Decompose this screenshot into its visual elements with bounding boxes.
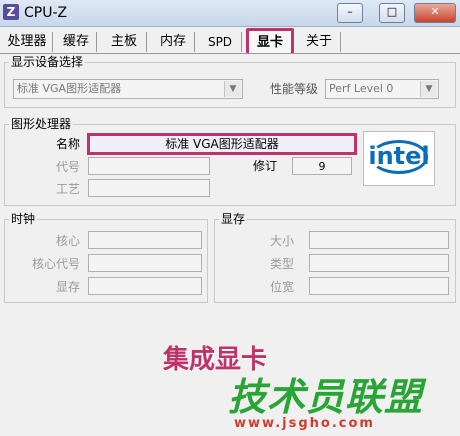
tab-divider xyxy=(0,53,460,54)
watermark-text: 技术员联盟 xyxy=(228,375,424,419)
core-clock-label: 核心 xyxy=(55,234,80,248)
revision-field: 9 xyxy=(292,157,352,175)
perf-level-select[interactable]: Perf Level 0 ▼ xyxy=(325,79,439,99)
perf-level-label: 性能等级 xyxy=(269,82,318,96)
display-device-select[interactable]: 标准 VGA图形适配器 ▼ xyxy=(13,79,243,99)
process-label: 工艺 xyxy=(55,182,80,196)
tab-cache[interactable]: 缓存 xyxy=(56,32,97,52)
memory-group-title: 显存 xyxy=(219,212,248,226)
memory-width-field xyxy=(309,277,449,295)
memory-clock-label: 显存 xyxy=(55,280,80,294)
memory-width-label: 位宽 xyxy=(269,280,294,294)
intel-logo: intel xyxy=(363,131,435,186)
perf-level-value: Perf Level 0 xyxy=(329,82,394,95)
tab-about[interactable]: 关于 xyxy=(298,32,341,52)
minimize-button[interactable]: – xyxy=(337,3,363,23)
tab-memory[interactable]: 内存 xyxy=(152,32,195,52)
window-title: CPU-Z xyxy=(24,5,68,21)
tab-graphics[interactable]: 显卡 xyxy=(246,28,294,54)
title-bar[interactable]: Z CPU-Z – □ ✕ xyxy=(0,0,460,27)
chevron-down-icon: ▼ xyxy=(420,81,437,97)
gpu-group-title: 图形处理器 xyxy=(9,117,74,131)
tab-processor[interactable]: 处理器 xyxy=(2,32,53,52)
process-field xyxy=(88,179,210,197)
display-device-value: 标准 VGA图形适配器 xyxy=(17,82,122,95)
shader-clock-label: 核心代号 xyxy=(31,257,80,271)
close-button[interactable]: ✕ xyxy=(414,3,456,23)
shader-clock-field xyxy=(88,254,202,272)
core-clock-field xyxy=(88,231,202,249)
tab-strip: 处理器 缓存 主板 内存 SPD 显卡 关于 xyxy=(0,28,460,54)
intel-logo-text: intel xyxy=(368,142,430,170)
memory-size-field xyxy=(309,231,449,249)
maximize-button[interactable]: □ xyxy=(379,3,405,23)
gpu-name-field: 标准 VGA图形适配器 xyxy=(87,133,357,155)
chevron-down-icon: ▼ xyxy=(224,81,241,97)
gpu-code-field xyxy=(88,157,210,175)
annotation-label: 集成显卡 xyxy=(163,345,268,375)
memory-size-label: 大小 xyxy=(269,234,294,248)
watermark-url: www.jsgho.com xyxy=(234,416,375,431)
tab-mainboard[interactable]: 主板 xyxy=(102,32,147,52)
memory-type-field xyxy=(309,254,449,272)
gpu-name-label: 名称 xyxy=(55,137,80,151)
clock-group-title: 时钟 xyxy=(9,212,38,226)
display-select-title: 显示设备选择 xyxy=(9,55,86,69)
revision-label: 修订 xyxy=(252,159,277,173)
memory-clock-field xyxy=(88,277,202,295)
cpuz-app-icon: Z xyxy=(3,4,19,20)
gpu-code-label: 代号 xyxy=(55,160,80,174)
tab-spd[interactable]: SPD xyxy=(199,32,242,52)
memory-type-label: 类型 xyxy=(269,257,294,271)
